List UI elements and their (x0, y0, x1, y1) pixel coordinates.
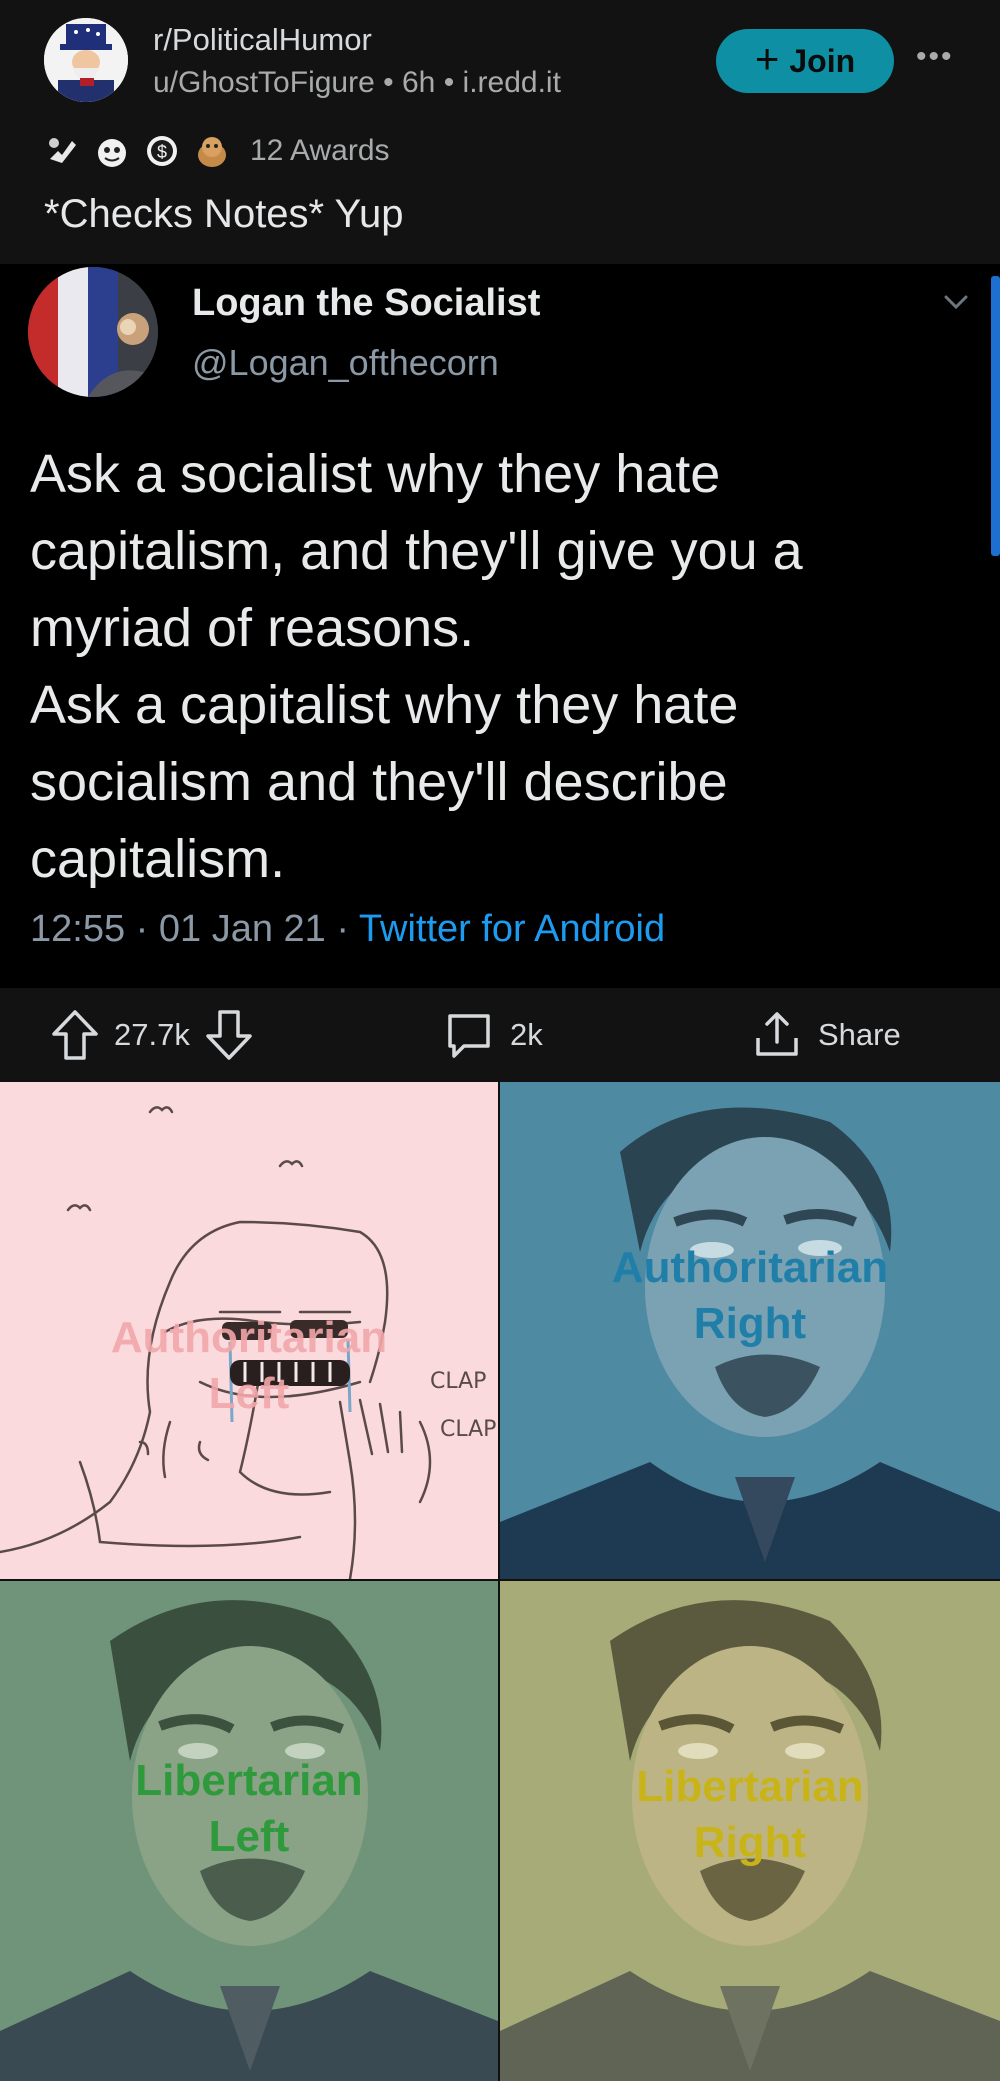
svg-text:$: $ (157, 142, 167, 162)
upvote-icon[interactable] (50, 1008, 100, 1062)
awards-count: 12 Awards (250, 134, 390, 167)
plus-icon: + (754, 35, 780, 82)
label-line: Libertarian (135, 1756, 363, 1805)
tweet-screenshot[interactable]: Logan the Socialist @Logan_ofthecorn Ask… (0, 264, 1000, 988)
quadrant-auth-left: CLAP CLAP Authoritarian Left (0, 1082, 498, 1579)
label-auth-left: Authoritarian Left (0, 1310, 498, 1422)
award-icon (44, 133, 80, 169)
tweet-time: 12:55 (30, 908, 126, 950)
quadrant-lib-left: Libertarian Left (0, 1581, 498, 2081)
comment-icon (448, 1014, 490, 1058)
meta-separator: • (443, 66, 463, 99)
label-line: Authoritarian (611, 1243, 889, 1292)
join-label: Join (789, 42, 856, 79)
label-auth-right: Authoritarian Right (500, 1240, 1000, 1352)
tweet-line: Ask a socialist why they hate (30, 444, 721, 504)
post-header: r/PoliticalHumor u/GhostToFigure • 6h • … (0, 0, 1000, 264)
vote-group: 27.7k (50, 988, 254, 1082)
tweet-source: Twitter for Android (358, 908, 666, 950)
comments-button[interactable]: 2k (442, 988, 543, 1082)
more-icon[interactable]: ••• (916, 40, 954, 74)
vote-count: 27.7k (114, 1017, 190, 1052)
subreddit-avatar[interactable] (44, 18, 128, 102)
downvote-icon[interactable] (204, 1008, 254, 1062)
meme-image[interactable]: CLAP CLAP Authoritarian Left Authoritari… (0, 1082, 1000, 2081)
tweet-avatar (28, 267, 158, 397)
share-icon (756, 1012, 798, 1056)
tweet-text: Ask a socialist why they hate capitalism… (30, 436, 970, 898)
join-button[interactable]: + Join (716, 29, 894, 93)
tweet-date: 01 Jan 21 (158, 908, 326, 950)
label-line: Left (208, 1369, 290, 1418)
share-label: Share (818, 1017, 901, 1052)
footer-separator: · (336, 908, 359, 950)
label-lib-right: Libertarian Right (500, 1759, 1000, 1871)
tweet-line: Ask a capitalist why they hate (30, 675, 739, 735)
label-line: Libertarian (636, 1762, 864, 1811)
quadrant-lib-right: Libertarian Right (500, 1581, 1000, 2081)
post-age: 6h (401, 66, 436, 99)
post-action-bar: 27.7k 2k Share (0, 988, 1000, 1082)
chevron-down-icon (944, 295, 968, 310)
scroll-indicator (991, 276, 1000, 556)
label-lib-left: Libertarian Left (0, 1753, 498, 1865)
award-icon: $ (144, 133, 180, 169)
award-icon (94, 133, 130, 169)
tweet-line: capitalism, and they'll give you a (30, 521, 803, 581)
post-title[interactable]: *Checks Notes* Yup (44, 192, 403, 237)
post-domain[interactable]: i.redd.it (463, 66, 561, 99)
tweet-footer: 12:55 · 01 Jan 21 · Twitter for Android (30, 908, 665, 951)
tweet-line: socialism and they'll describe (30, 752, 728, 812)
tweet-line: myriad of reasons. (30, 598, 475, 658)
award-icon (194, 133, 230, 169)
tweet-line: capitalism. (30, 829, 286, 889)
comment-count: 2k (510, 1017, 543, 1052)
tweet-author-name: Logan the Socialist (192, 282, 541, 324)
tweet-handle: @Logan_ofthecorn (192, 342, 499, 383)
awards-row[interactable]: $ 12 Awards (44, 128, 390, 174)
label-line: Right (693, 1299, 807, 1348)
meta-separator: • (383, 66, 402, 99)
post-meta: u/GhostToFigure • 6h • i.redd.it (153, 66, 561, 100)
footer-separator: · (135, 908, 159, 950)
label-line: Authoritarian (110, 1313, 388, 1362)
post-author[interactable]: u/GhostToFigure (153, 66, 375, 99)
label-line: Right (693, 1818, 807, 1867)
subreddit-name[interactable]: r/PoliticalHumor (153, 22, 372, 58)
share-button[interactable]: Share (750, 988, 901, 1082)
quadrant-auth-right: Authoritarian Right (500, 1082, 1000, 1579)
label-line: Left (208, 1812, 290, 1861)
